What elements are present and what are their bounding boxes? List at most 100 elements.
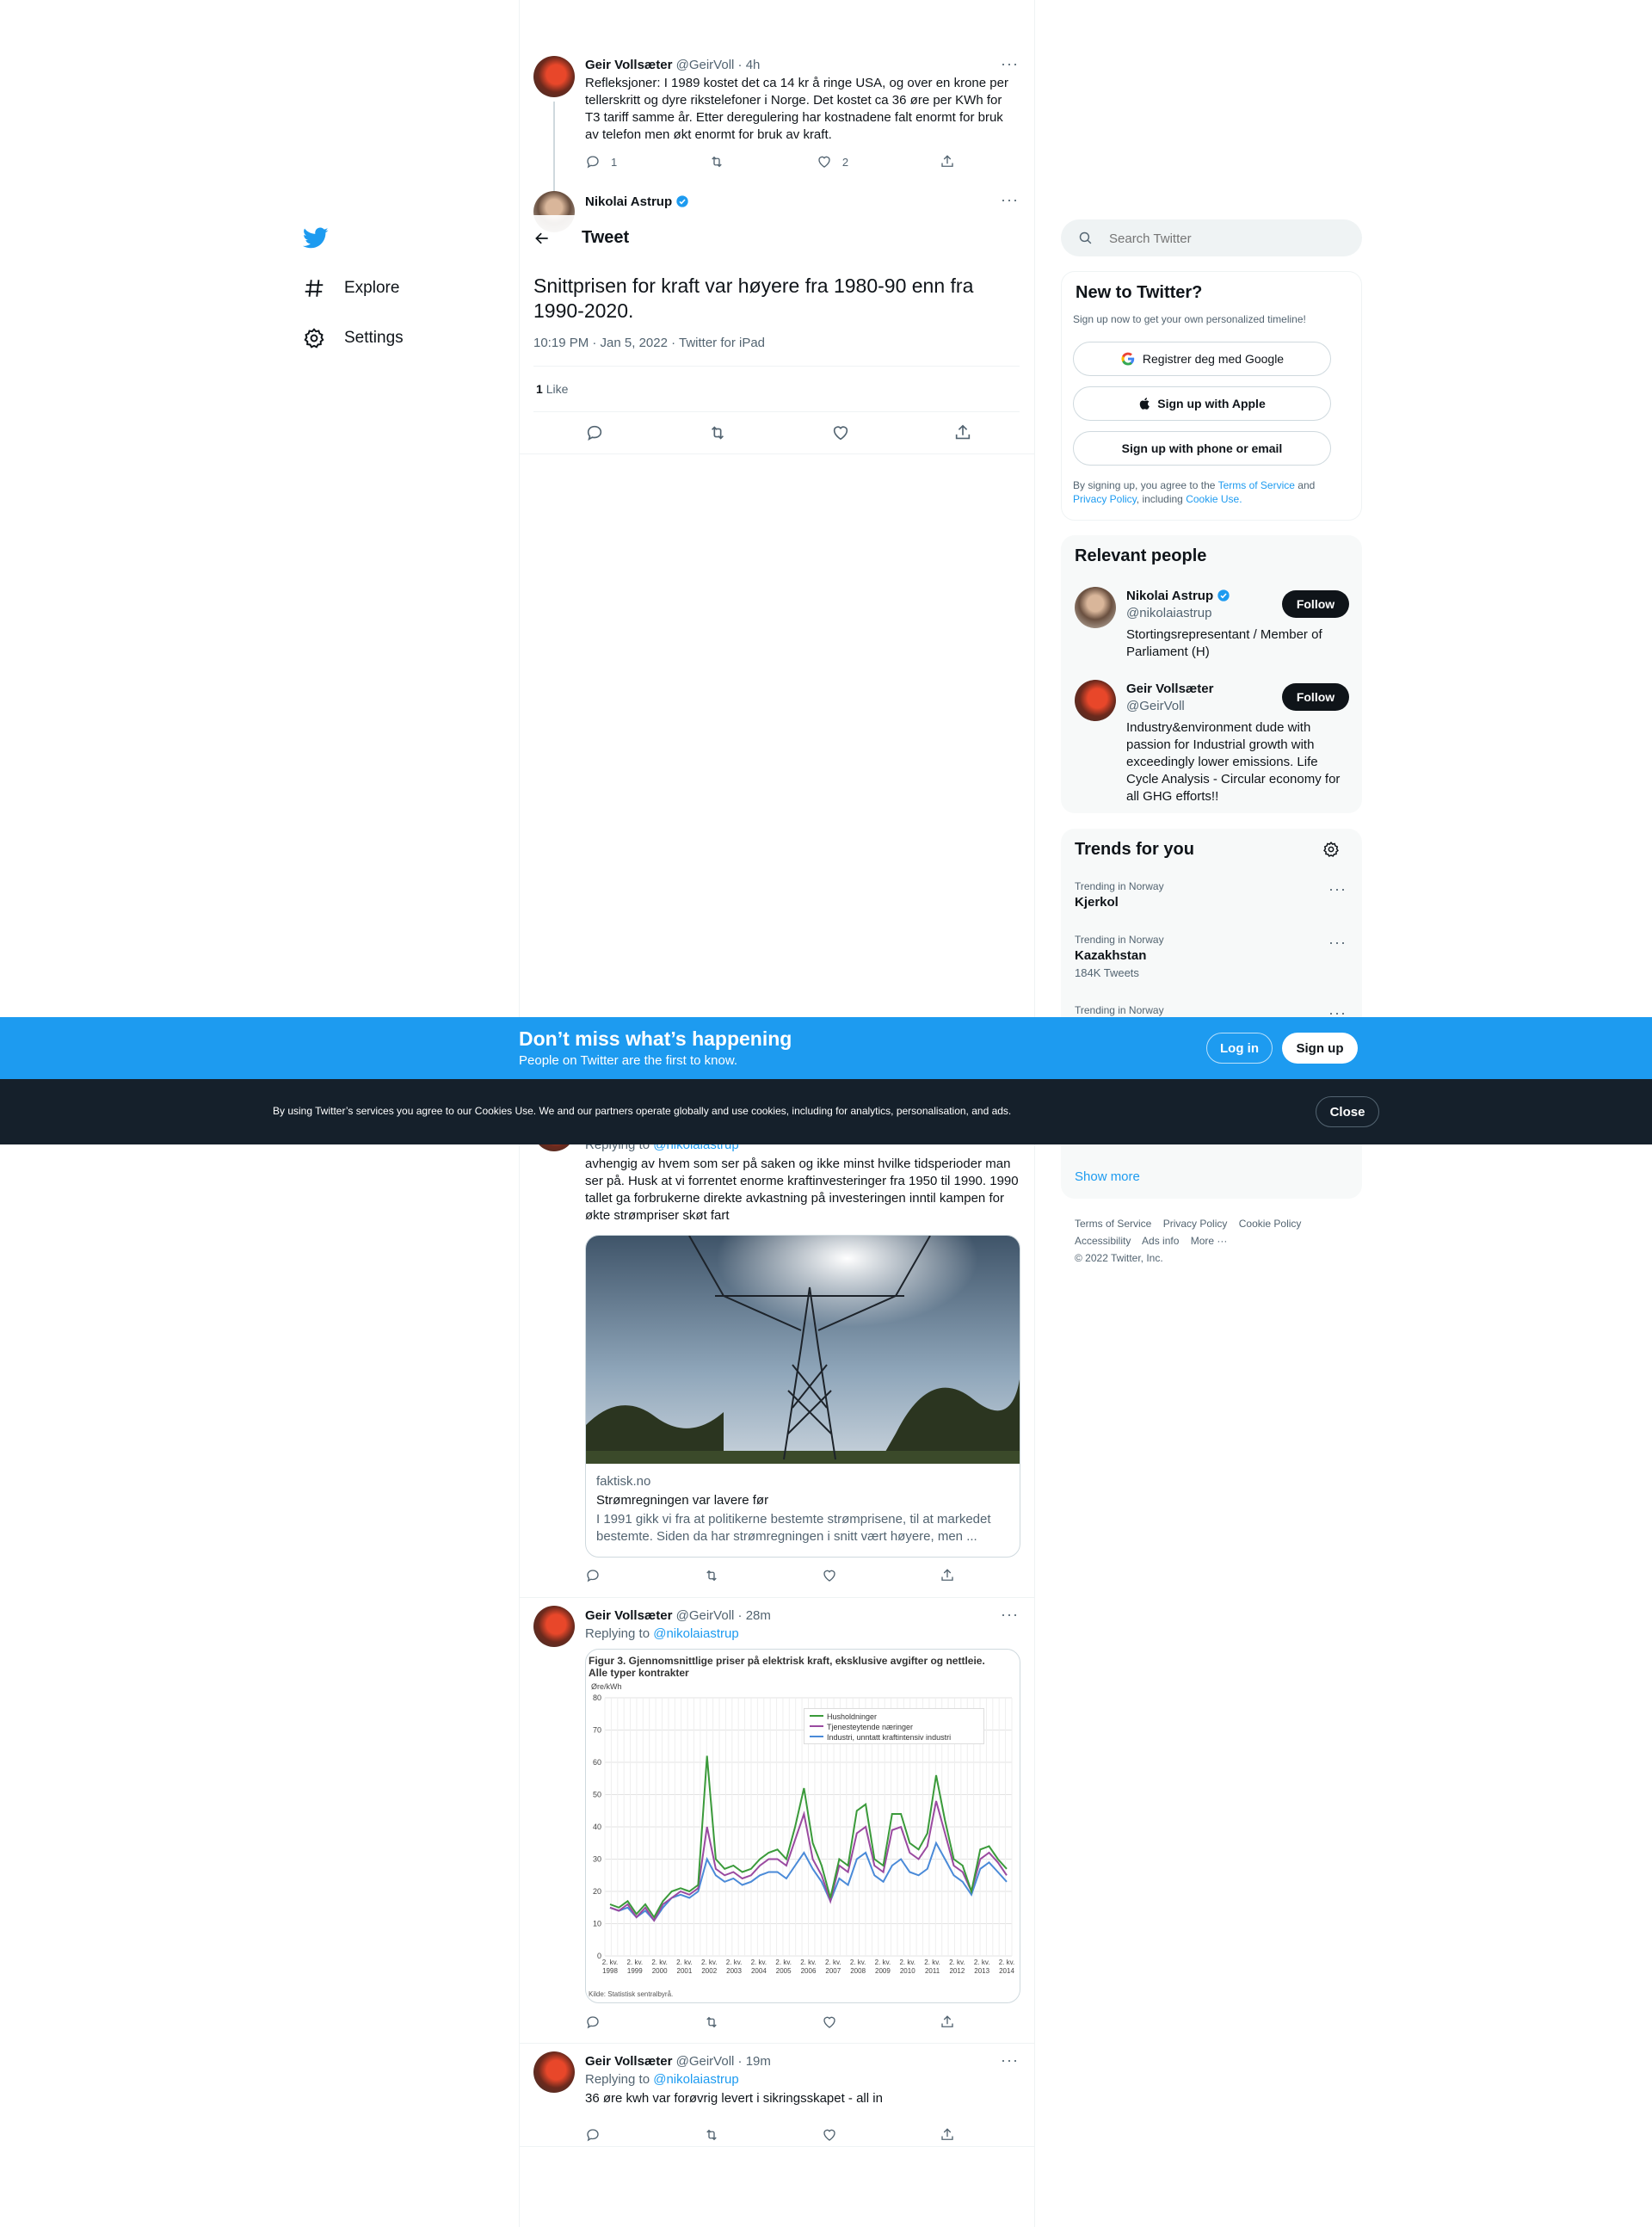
reply-count: 1 [611,155,618,169]
footer-link[interactable]: Ads info [1142,1235,1179,1247]
cookie-link[interactable]: Cookie Use. [1186,493,1242,505]
search-input[interactable] [1109,229,1341,248]
retweet-icon[interactable] [703,2127,720,2143]
retweet-icon[interactable] [707,423,728,442]
author-name[interactable]: Geir Vollsæter [585,1608,672,1623]
author-name[interactable]: Geir Vollsæter [585,2054,672,2069]
footer-link[interactable]: Accessibility [1075,1235,1131,1247]
share-icon[interactable] [953,423,972,442]
reply-icon[interactable] [585,423,604,442]
more-icon[interactable]: ··· [1001,191,1019,209]
x-tick-label: 1999 [627,1967,643,1975]
terms-link[interactable]: Terms of Service [1218,479,1295,491]
privacy-link[interactable]: Privacy Policy [1073,493,1137,505]
person-name[interactable]: Nikolai Astrup [1126,589,1230,603]
more-icon[interactable]: ··· [1328,880,1347,898]
replying-to-handle[interactable]: @nikolaiastrup [653,2072,738,2087]
heart-icon[interactable] [822,2127,837,2143]
more-icon[interactable]: ··· [1001,55,1019,73]
chart-source: Kilde: Statistisk sentralbyrå. [589,1990,674,1998]
share-icon[interactable] [940,1568,955,1583]
reply-icon[interactable] [585,2014,601,2030]
tweet-meta[interactable]: 10:19 PM · Jan 5, 2022 · Twitter for iPa… [533,336,765,350]
person-handle[interactable]: @nikolaiastrup [1126,606,1211,620]
tweet-header: Geir Vollsæter @GeirVoll · 19m [585,2054,771,2069]
reply-tweet[interactable]: Geir Vollsæter @GeirVoll · 28m ··· Reply… [520,1606,1034,2036]
avatar[interactable] [1075,680,1116,721]
more-icon[interactable]: ··· [1328,934,1347,952]
apple-icon [1140,398,1150,410]
gear-icon[interactable] [1322,841,1340,858]
replying-to: Replying to @nikolaiastrup [585,1626,739,1641]
retweet-button[interactable] [708,154,725,170]
author-name[interactable]: Nikolai Astrup [585,194,672,209]
like-count: 2 [841,155,849,169]
google-signup-button[interactable]: Registrer deg med Google [1073,342,1331,376]
more-icon[interactable]: ··· [1001,2051,1019,2070]
avatar[interactable] [533,56,575,97]
login-button[interactable]: Log in [1206,1033,1273,1064]
reply-button[interactable]: 1 [585,154,617,170]
author-name[interactable]: Geir Vollsæter [585,58,672,72]
heart-icon[interactable] [831,423,850,442]
retweet-icon[interactable] [703,2014,720,2030]
legend-item: Husholdninger [810,1712,877,1721]
signup-button[interactable]: Sign up [1282,1033,1358,1064]
author-handle[interactable]: @GeirVoll [676,1608,735,1623]
nav-explore[interactable]: Explore [303,277,399,299]
footer-link[interactable]: Privacy Policy [1163,1218,1228,1230]
trend-item[interactable]: Trending in Norway Kazakhstan 184K Tweet… [1075,934,1350,985]
reply-icon[interactable] [585,2127,601,2143]
link-card[interactable]: faktisk.no Strømregningen var lavere før… [585,1235,1020,1558]
author-handle[interactable]: @GeirVoll [676,58,735,72]
apple-signup-button[interactable]: Sign up with Apple [1073,386,1331,421]
x-tick-label: 2007 [825,1967,841,1975]
tweet-time[interactable]: · 28m [738,1608,771,1623]
footer-link[interactable]: More ··· [1191,1235,1228,1247]
reply-icon[interactable] [585,1568,601,1583]
chart-image[interactable]: Figur 3. Gjennomsnittlige priser på elek… [585,1649,1020,2003]
show-more-link[interactable]: Show more [1075,1169,1140,1184]
x-tick-label: 2. kv. [924,1959,940,1966]
y-tick-label: 20 [593,1887,601,1896]
retweet-icon[interactable] [703,1568,720,1583]
x-tick-label: 2. kv. [825,1959,841,1966]
parent-tweet[interactable]: Geir Vollsæter @GeirVoll · 4h ··· Reflek… [520,52,1034,213]
person-name[interactable]: Geir Vollsæter [1126,682,1213,696]
chart-plot: 807060504030201002. kv.19982. kv.19992. … [593,1693,1014,1975]
like-button[interactable]: 2 [817,154,848,170]
follow-button[interactable]: Follow [1282,590,1349,618]
likes-count: 1 [536,382,543,396]
close-button[interactable]: Close [1316,1096,1379,1127]
tweet-actions [585,1567,955,1584]
share-button[interactable] [940,154,955,170]
author-handle[interactable]: @GeirVoll [676,2054,735,2069]
tweet-time[interactable]: · 4h [738,58,761,72]
x-tick-label: 2002 [701,1967,717,1975]
nav-settings[interactable]: Settings [303,327,404,349]
footer-link[interactable]: Terms of Service [1075,1218,1151,1230]
phone-signup-button[interactable]: Sign up with phone or email [1073,431,1331,466]
reply-tweet[interactable]: Replying to @nikolaiastrup avhengig av h… [520,1110,1034,1592]
likes-stat[interactable]: 1 Like [536,382,568,396]
reply-tweet[interactable]: Geir Vollsæter @GeirVoll · 19m ··· Reply… [520,2051,1034,2146]
avatar[interactable] [533,2051,575,2093]
heart-icon[interactable] [822,1568,837,1583]
back-arrow-icon[interactable] [533,230,551,247]
twitter-logo-icon[interactable] [302,227,329,254]
heart-icon[interactable] [822,2014,837,2030]
share-icon[interactable] [940,2127,955,2143]
person-handle[interactable]: @GeirVoll [1126,699,1185,713]
avatar[interactable] [533,1606,575,1647]
replying-to-handle[interactable]: @nikolaiastrup [653,1626,738,1641]
more-icon[interactable]: ··· [1001,1606,1019,1624]
x-tick-label: 2003 [726,1967,742,1975]
search-box[interactable] [1061,219,1362,256]
follow-button[interactable]: Follow [1282,683,1349,711]
avatar[interactable] [1075,587,1116,628]
trend-item[interactable]: Trending in Norway Kjerkol [1075,880,1350,923]
footer-link[interactable]: Cookie Policy [1239,1218,1302,1230]
main-author[interactable]: Nikolai Astrup [585,194,689,209]
share-icon[interactable] [940,2014,955,2030]
tweet-time[interactable]: · 19m [738,2054,771,2069]
